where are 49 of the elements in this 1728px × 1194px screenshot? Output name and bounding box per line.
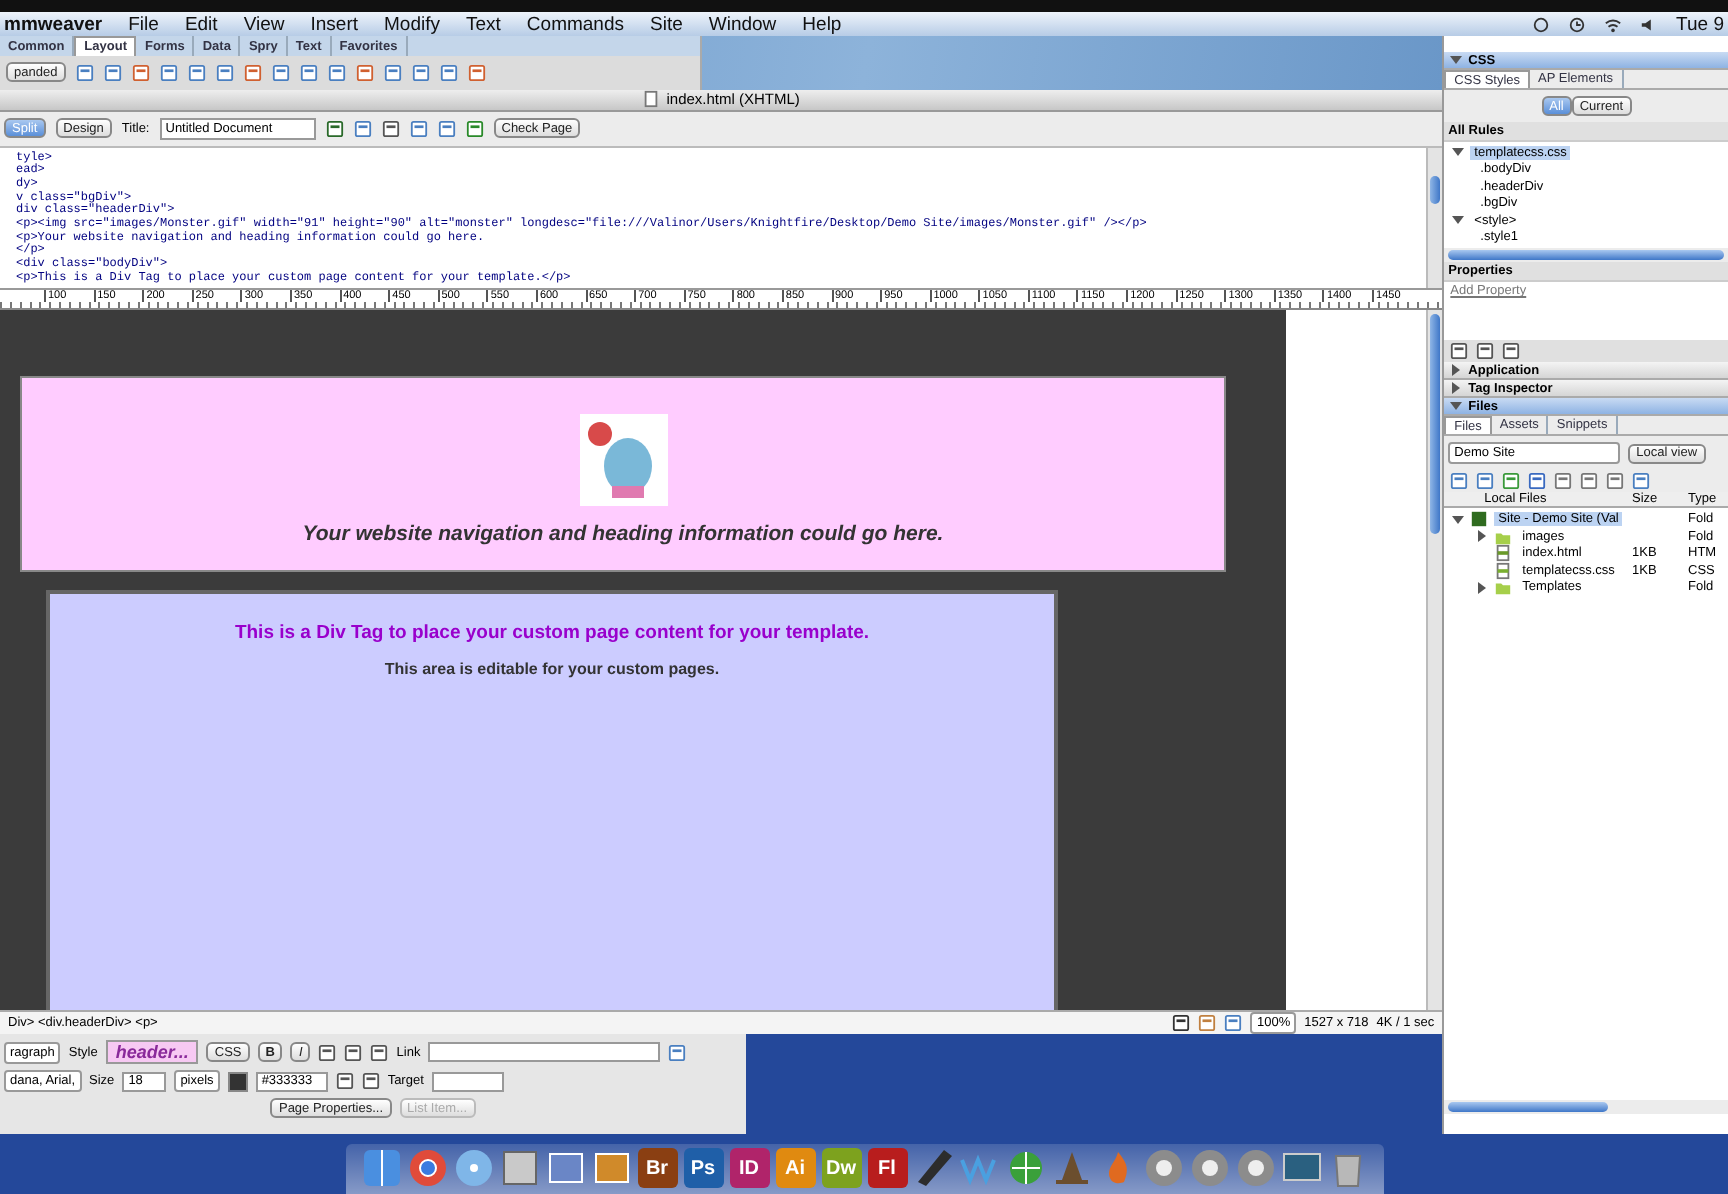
content-text: This area is editable for your custom pages. xyxy=(384,659,720,678)
content-title: This is a Div Tag to place your custom page content for your template. xyxy=(234,621,870,644)
disclosure-triangle[interactable] xyxy=(1476,581,1489,593)
monster-drawing xyxy=(579,413,667,506)
scrollbar[interactable] xyxy=(1448,1102,1609,1112)
photo-icon[interactable] xyxy=(591,1148,631,1188)
app-menu[interactable]: mmweaver xyxy=(4,13,103,35)
menu-item[interactable]: View xyxy=(243,13,285,35)
target-field[interactable] xyxy=(431,1071,504,1092)
site-icon xyxy=(1470,510,1489,528)
app-icon[interactable]: ID xyxy=(729,1148,769,1188)
link-field[interactable] xyxy=(428,1042,661,1063)
clock-icon[interactable] xyxy=(1568,15,1587,33)
round-button-icon[interactable] xyxy=(1189,1148,1229,1188)
menu-item[interactable]: Modify xyxy=(384,13,440,35)
wifi-icon[interactable] xyxy=(1604,15,1623,33)
menu-item[interactable]: Site xyxy=(650,13,683,35)
finder-face-icon[interactable] xyxy=(361,1148,401,1188)
disclosure-triangle[interactable] xyxy=(1452,146,1465,159)
pen-icon[interactable] xyxy=(913,1148,953,1188)
scrollbar[interactable] xyxy=(1426,147,1443,288)
menu-item[interactable]: Edit xyxy=(184,13,218,35)
app-icon[interactable]: Fl xyxy=(867,1148,907,1188)
color-swatch[interactable] xyxy=(227,1071,248,1092)
scrollbar[interactable] xyxy=(1448,250,1724,260)
photo-icon[interactable] xyxy=(545,1148,585,1188)
round-button-icon[interactable] xyxy=(1235,1148,1275,1188)
disclosure-triangle[interactable] xyxy=(1476,530,1489,542)
menu-item[interactable]: Commands xyxy=(526,13,624,35)
picture-frame-icon[interactable] xyxy=(499,1148,539,1188)
app-icon[interactable]: Br xyxy=(637,1148,677,1188)
triangle-icon xyxy=(1450,54,1463,66)
menu-item[interactable]: Text xyxy=(465,13,501,35)
disclosure-triangle[interactable] xyxy=(1452,513,1465,525)
round-button-icon[interactable] xyxy=(1143,1148,1183,1188)
menu-clock[interactable]: Tue 9 xyxy=(1676,13,1724,35)
disclosure-triangle[interactable] xyxy=(1452,214,1465,227)
menu-item[interactable]: File xyxy=(128,13,159,35)
menu-item[interactable]: Help xyxy=(802,13,842,35)
header-text: Your website navigation and heading information could go here. xyxy=(302,521,944,546)
scrollbar[interactable] xyxy=(1426,309,1443,1010)
browser-icon[interactable] xyxy=(407,1148,447,1188)
music-disc-icon[interactable] xyxy=(453,1148,493,1188)
hat-icon[interactable] xyxy=(1051,1148,1091,1188)
app-icon[interactable]: Ps xyxy=(683,1148,723,1188)
menu-item[interactable]: Window xyxy=(708,13,777,35)
document-icon xyxy=(642,90,661,109)
menu-item[interactable]: Insert xyxy=(310,13,358,35)
style-select[interactable]: header... xyxy=(105,1040,199,1065)
